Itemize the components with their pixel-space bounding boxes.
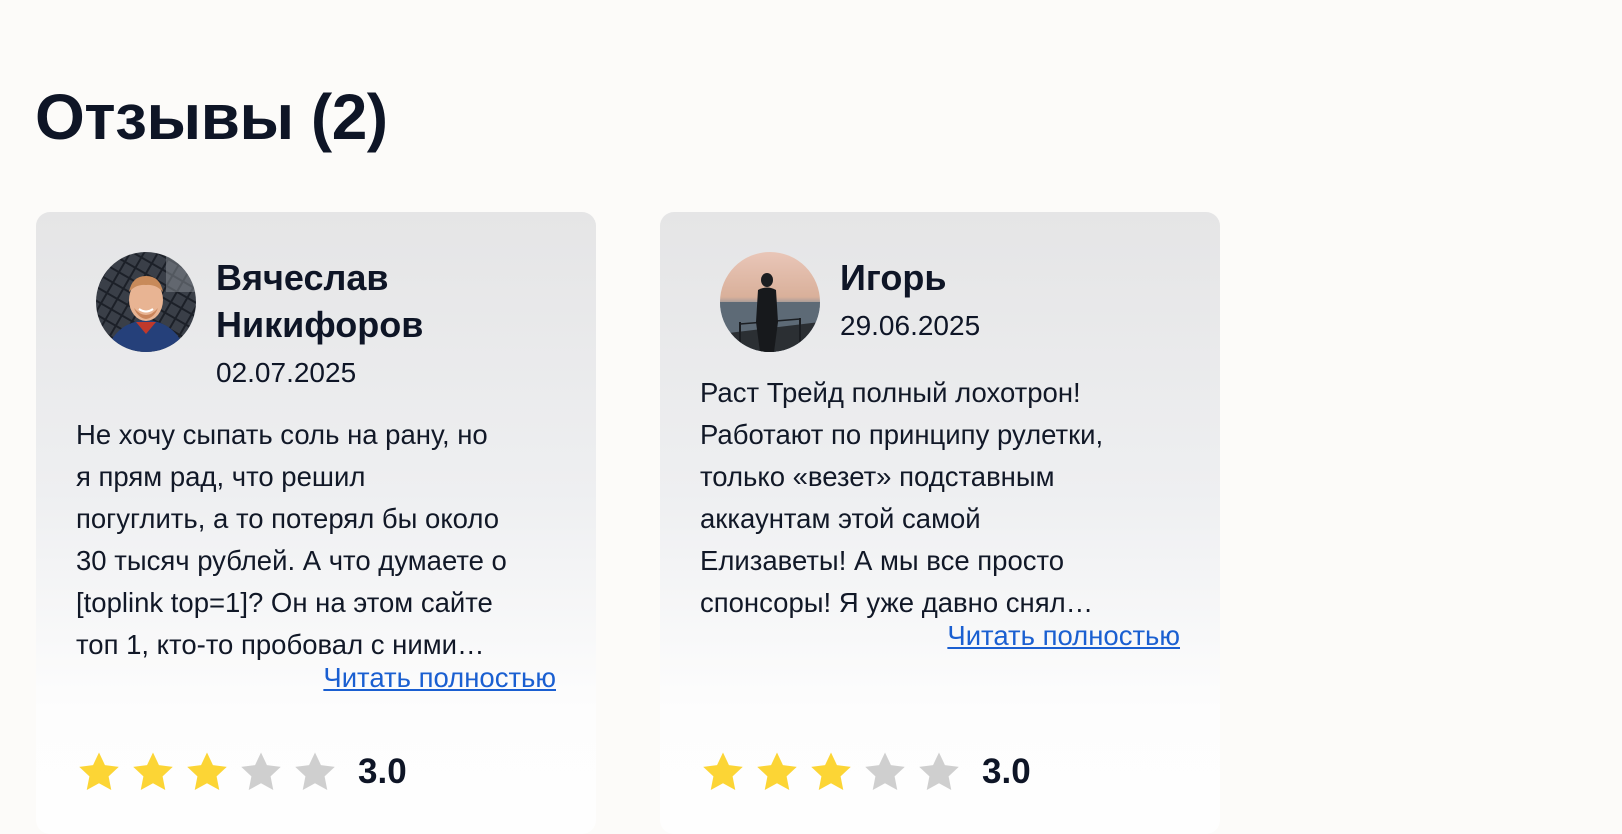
- review-text: Не хочу сыпать соль на рану, но я прям р…: [76, 419, 507, 660]
- user-photo-avatar: [720, 252, 820, 352]
- star-icon: [295, 752, 335, 791]
- rating-value: 3.0: [358, 752, 407, 791]
- star-rating: 3.0: [700, 749, 1031, 795]
- star-icon: [757, 752, 797, 791]
- review-text: Раст Трейд полный лохотрон! Работают по …: [700, 377, 1104, 618]
- star-icon: [811, 752, 851, 791]
- rating-value: 3.0: [982, 752, 1031, 791]
- review-card: Вячеслав Никифоров 02.07.2025 Не хочу сы…: [36, 212, 596, 834]
- star-icon: [241, 752, 281, 791]
- star-icon: [133, 752, 173, 791]
- user-photo-avatar: [96, 252, 196, 352]
- reviews-section-title: Отзывы (2): [35, 81, 388, 153]
- review-card: Игорь 29.06.2025 Раст Трейд полный лохот…: [660, 212, 1220, 834]
- star-icon: [919, 752, 959, 791]
- review-date: 02.07.2025: [216, 357, 357, 388]
- star-icon: [703, 752, 743, 791]
- review-author: Вячеслав Никифоров 02.07.2025: [216, 254, 556, 391]
- star-icon: [187, 752, 227, 791]
- author-name: Вячеслав Никифоров: [216, 257, 424, 345]
- review-date: 29.06.2025: [840, 310, 981, 341]
- read-more-link[interactable]: Читать полностью: [947, 615, 1180, 657]
- star-rating: 3.0: [76, 749, 407, 795]
- star-icon: [79, 752, 119, 791]
- star-icon: [865, 752, 905, 791]
- author-name: Игорь: [840, 257, 947, 298]
- reviews-list: Вячеслав Никифоров 02.07.2025 Не хочу сы…: [36, 212, 1220, 834]
- review-author: Игорь 29.06.2025: [840, 254, 1180, 344]
- read-more-link[interactable]: Читать полностью: [323, 657, 556, 699]
